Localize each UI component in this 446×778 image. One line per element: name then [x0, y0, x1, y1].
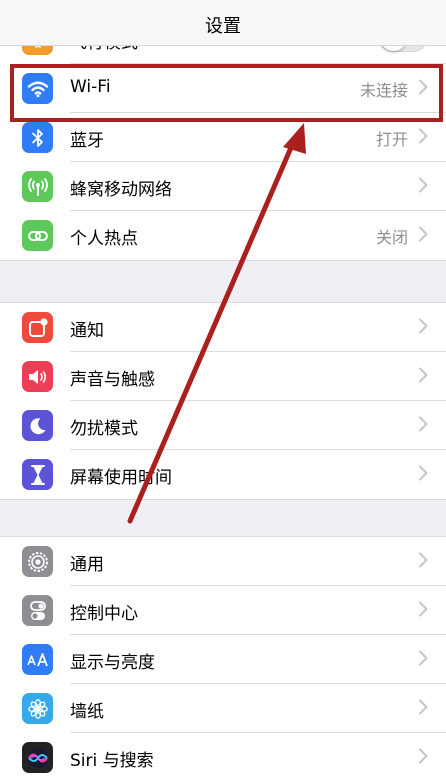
settings-row-sounds[interactable]: 声音与触感 — [0, 352, 446, 401]
settings-row-wallpaper[interactable]: 墙纸 — [0, 684, 446, 733]
bluetooth-status-value: 打开 — [375, 130, 408, 149]
gear-icon — [22, 546, 53, 577]
hotspot-status-value: 关闭 — [375, 228, 408, 247]
settings-row-siri[interactable]: Siri 与搜索 — [0, 733, 446, 778]
chevron-right-icon — [418, 367, 428, 383]
page-title: 设置 — [205, 16, 241, 37]
settings-row-control-center[interactable]: 控制中心 — [0, 586, 446, 635]
text-size-icon — [22, 644, 53, 675]
settings-row-label: 蜂窝移动网络 — [70, 180, 172, 200]
settings-group-alerts: 通知 声音与触感 勿扰模式 屏幕使用时间 — [0, 302, 446, 500]
notifications-icon — [22, 312, 53, 343]
settings-row-label: 通用 — [70, 555, 104, 575]
settings-row-label: 控制中心 — [70, 604, 138, 624]
chevron-right-icon — [418, 601, 428, 617]
siri-icon — [22, 742, 53, 773]
settings-row-label: Siri 与搜索 — [70, 751, 154, 771]
chevron-right-icon — [418, 699, 428, 715]
settings-row-label: 蓝牙 — [70, 131, 104, 151]
settings-row-label: 个人热点 — [70, 229, 138, 249]
chevron-right-icon — [418, 465, 428, 481]
settings-row-notifications[interactable]: 通知 — [0, 303, 446, 352]
chevron-right-icon — [418, 552, 428, 568]
settings-group-network: 飞行模式 Wi-Fi 未连接 蓝牙 打开 蜂窝移动网络 个人热点 关闭 — [0, 14, 446, 261]
settings-row-screen-time[interactable]: 屏幕使用时间 — [0, 450, 446, 499]
chevron-right-icon — [418, 128, 428, 144]
chevron-right-icon — [418, 416, 428, 432]
bluetooth-icon — [22, 122, 53, 153]
hotspot-icon — [22, 220, 53, 251]
settings-row-label: 显示与亮度 — [70, 653, 155, 673]
settings-row-cellular[interactable]: 蜂窝移动网络 — [0, 162, 446, 211]
moon-icon — [22, 410, 53, 441]
settings-row-label: 通知 — [70, 321, 104, 341]
settings-row-label: 声音与触感 — [70, 370, 155, 390]
chevron-right-icon — [418, 748, 428, 764]
settings-row-label: 勿扰模式 — [70, 419, 138, 439]
chevron-right-icon — [418, 650, 428, 666]
chevron-right-icon — [418, 177, 428, 193]
hourglass-icon — [22, 459, 53, 490]
flower-icon — [22, 693, 53, 724]
chevron-right-icon — [418, 318, 428, 334]
switches-icon — [22, 595, 53, 626]
cellular-icon — [22, 171, 53, 202]
settings-row-display[interactable]: 显示与亮度 — [0, 635, 446, 684]
chevron-right-icon — [418, 226, 428, 242]
speaker-icon — [22, 361, 53, 392]
nav-bar: 设置 — [0, 0, 446, 46]
settings-row-label: 屏幕使用时间 — [70, 468, 172, 488]
wifi-highlight-box — [10, 64, 443, 122]
settings-row-label: 墙纸 — [70, 702, 104, 722]
settings-group-general: 通用 控制中心 显示与亮度 墙纸 Siri 与搜索 — [0, 536, 446, 778]
settings-row-general[interactable]: 通用 — [0, 537, 446, 586]
settings-row-do-not-disturb[interactable]: 勿扰模式 — [0, 401, 446, 450]
settings-row-hotspot[interactable]: 个人热点 关闭 — [0, 211, 446, 260]
